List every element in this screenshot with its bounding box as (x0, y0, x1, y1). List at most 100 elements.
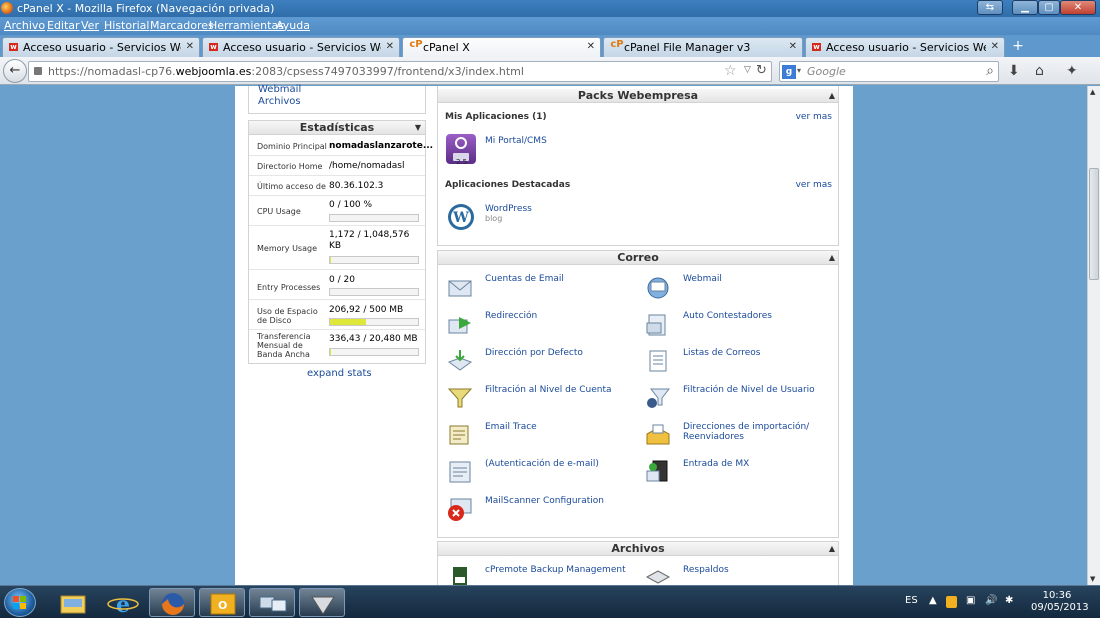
menu-ayuda[interactable]: Ayuda (276, 19, 310, 32)
account-filter-item[interactable]: Filtración al Nivel de Cuenta (447, 385, 637, 415)
close-window-button[interactable]: ✕ (1060, 0, 1096, 15)
autoresponders-item[interactable]: Auto Contestadores (645, 311, 835, 341)
menu-marcadores[interactable]: Marcadores (150, 19, 214, 32)
url-domain: webjoomla.es (175, 65, 252, 78)
tab-close-icon[interactable]: ✕ (789, 41, 797, 52)
new-tab-button[interactable]: + (1010, 37, 1026, 55)
taskbar-internet-explorer[interactable]: e (99, 588, 145, 618)
menu-editar[interactable]: Editar (47, 19, 80, 32)
scroll-down-icon[interactable]: ▼ (1090, 575, 1095, 583)
tray-screen-icon[interactable]: ▣ (966, 595, 975, 606)
download-icon[interactable]: ⬇ (1008, 63, 1020, 79)
scroll-thumb[interactable] (1089, 168, 1099, 280)
collapse-arrow-icon[interactable]: ▲ (829, 89, 835, 103)
tab-acceso-usuario-3[interactable]: w Acceso usuario - Servicios Web Joom...… (805, 37, 1005, 57)
tab-close-icon[interactable]: ✕ (386, 41, 394, 52)
sidebar-link-archivos[interactable]: Archivos (258, 96, 301, 107)
tab-close-icon[interactable]: ✕ (991, 41, 999, 52)
back-button[interactable]: ← (3, 59, 27, 83)
url-bar[interactable]: https://nomadasl-cp76.webjoomla.es:2083/… (28, 61, 772, 82)
default-address-item[interactable]: Dirección por Defecto (447, 348, 637, 378)
taskbar-clock[interactable]: 10:36 09/05/2013 (1031, 590, 1089, 614)
cpanel-favicon: cP (409, 39, 423, 50)
mailscanner-icon (448, 498, 472, 521)
taskbar-firefox[interactable] (149, 588, 195, 617)
taskbar-network-app[interactable] (249, 588, 295, 617)
stat-label: Dominio Principal (257, 142, 327, 151)
menu-bar: Archivo Editar Ver Historial Marcadores … (0, 17, 1100, 35)
taskbar-app[interactable] (299, 588, 345, 617)
cpremote-backup-item[interactable]: cPremote Backup Management (447, 565, 637, 585)
import-addresses-item[interactable]: Direcciones de importación/ Reenviadores (645, 422, 835, 452)
tab-close-icon[interactable]: ✕ (186, 41, 194, 52)
email-auth-item[interactable]: (Autenticación de e-mail) (447, 459, 637, 489)
search-icon[interactable]: ⌕ (986, 63, 994, 79)
menu-archivo[interactable]: Archivo (4, 19, 45, 32)
maximize-button[interactable]: ▢ (1038, 0, 1060, 15)
window-aero-button[interactable]: ⇆ (977, 0, 1003, 15)
menu-historial[interactable]: Historial (104, 19, 149, 32)
mx-entry-item[interactable]: Entrada de MX (645, 459, 835, 489)
show-hidden-icons-icon[interactable]: ▲ (929, 595, 937, 606)
taskbar-explorer[interactable] (49, 588, 95, 617)
search-engine-dropdown-icon[interactable]: ▾ (797, 66, 801, 75)
usage-bar-fill (330, 319, 367, 325)
start-button[interactable] (4, 588, 36, 617)
user-filter-item[interactable]: Filtración de Nivel de Usuario (645, 385, 835, 415)
sidebar-link-webmail[interactable]: Webmail (258, 84, 301, 95)
collapse-arrow-icon[interactable]: ▲ (829, 251, 835, 265)
app-mi-portal-cms[interactable]: Mi Portal/CMS (485, 136, 547, 146)
correo-header[interactable]: Correo ▲ (438, 251, 838, 265)
vertical-scrollbar[interactable]: ▲ ▼ (1087, 86, 1100, 585)
item-label: cPremote Backup Management (485, 565, 626, 575)
mailscanner-item[interactable]: MailScanner Configuration (447, 496, 637, 526)
expand-stats-link[interactable]: expand stats (307, 368, 372, 379)
app-wordpress[interactable]: WordPress blog (485, 204, 532, 224)
bookmark-star-icon[interactable]: ☆ (724, 63, 737, 79)
packs-header[interactable]: Packs Webempresa ▲ (438, 89, 838, 103)
stat-label: Último acceso de (257, 182, 326, 191)
forwarders-item[interactable]: Redirección (447, 311, 637, 341)
tab-acceso-usuario-1[interactable]: w Acceso usuario - Servicios Web Joom...… (2, 37, 200, 57)
webmail-item[interactable]: Webmail (645, 274, 835, 304)
wordpress-logo-icon: W (448, 204, 474, 230)
scroll-up-icon[interactable]: ▲ (1090, 88, 1095, 96)
tab-cpanel-x[interactable]: cP cPanel X ✕ (402, 37, 601, 57)
email-trace-item[interactable]: Email Trace (447, 422, 637, 452)
google-icon[interactable]: g (782, 65, 796, 79)
menu-ver[interactable]: Ver (81, 19, 99, 32)
menu-herramientas[interactable]: Herramientas (209, 19, 284, 32)
tab-title: cPanel File Manager v3 (624, 41, 751, 54)
clock-date: 09/05/2013 (1031, 602, 1089, 613)
network-icon[interactable]: ✱ (1005, 595, 1013, 606)
ver-mas-link-apps[interactable]: ver mas (796, 112, 832, 122)
archivos-panel: Archivos ▲ cPremote Backup Management Re… (437, 541, 839, 585)
search-placeholder: Google (807, 65, 846, 78)
minimize-button[interactable]: ▁ (1012, 0, 1038, 15)
cpanel-favicon: cP (610, 39, 624, 50)
language-indicator[interactable]: ES (905, 595, 918, 606)
email-accounts-item[interactable]: Cuentas de Email (447, 274, 637, 304)
ver-mas-link-featured[interactable]: ver mas (796, 180, 832, 190)
collapse-arrow-icon[interactable]: ▲ (829, 542, 835, 556)
collapse-arrow-icon[interactable]: ▼ (415, 121, 421, 135)
history-dropdown-icon[interactable]: ▽ (744, 65, 751, 75)
tab-close-icon[interactable]: ✕ (587, 41, 595, 52)
item-label: MailScanner Configuration (485, 496, 604, 506)
mailing-lists-item[interactable]: Listas de Correos (645, 348, 835, 378)
volume-icon[interactable]: 🔊 (985, 595, 997, 606)
import-addresses-icon (646, 424, 670, 445)
archivos-header[interactable]: Archivos ▲ (438, 542, 838, 556)
tab-cpanel-file-manager[interactable]: cP cPanel File Manager v3 ✕ (603, 37, 803, 57)
wordpress-icon[interactable]: W (446, 202, 476, 232)
tray-outlook-icon[interactable] (946, 596, 957, 608)
home-icon[interactable]: ⌂ (1035, 63, 1044, 79)
addon-icon[interactable]: ✦ (1066, 63, 1078, 79)
respaldos-item[interactable]: Respaldos (645, 565, 835, 585)
tab-acceso-usuario-2[interactable]: w Acceso usuario - Servicios Web Joom...… (202, 37, 400, 57)
statistics-header[interactable]: Estadísticas ▼ (249, 121, 425, 135)
taskbar-outlook[interactable]: O (199, 588, 245, 617)
search-bar[interactable]: g ▾ Google ⌕ (779, 61, 999, 82)
user-filter-icon (647, 388, 671, 408)
reload-icon[interactable]: ↻ (756, 63, 767, 78)
